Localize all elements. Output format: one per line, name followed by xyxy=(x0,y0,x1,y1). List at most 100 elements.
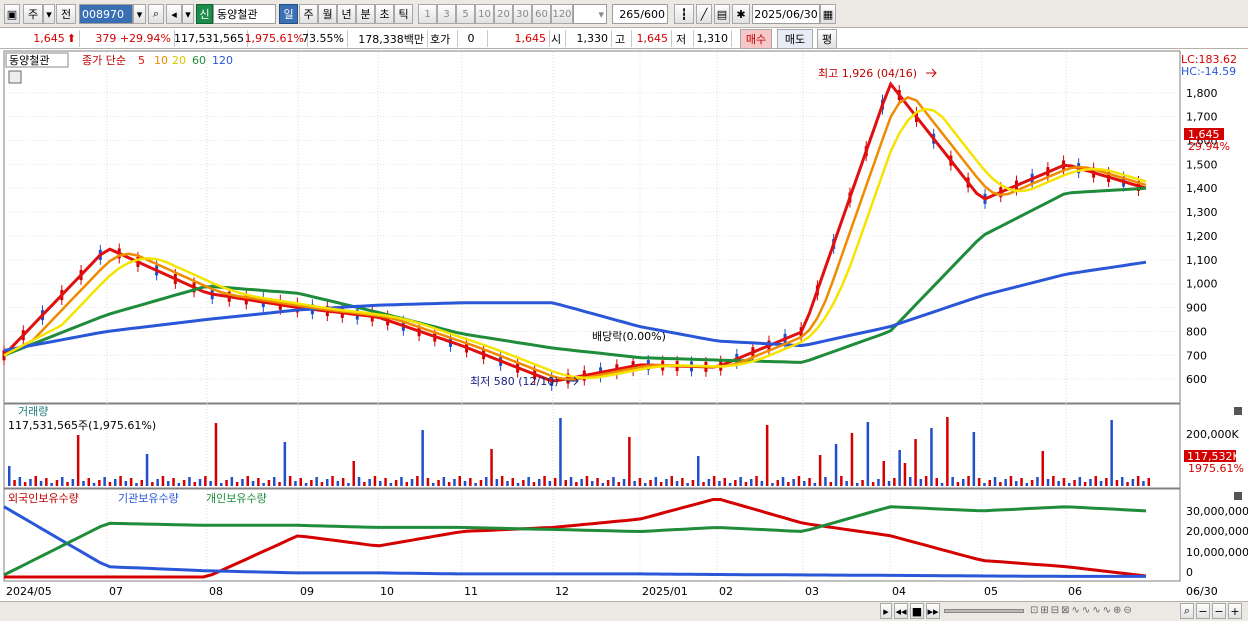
volume-bar xyxy=(416,476,419,486)
volume-bar xyxy=(1062,478,1066,486)
gear-icon[interactable]: ✱ xyxy=(732,4,750,24)
interval-3[interactable]: 3 xyxy=(437,4,456,24)
volume-bar xyxy=(617,482,620,486)
volume-bar xyxy=(204,476,207,486)
chevron-down-icon[interactable]: ▾ xyxy=(43,4,55,24)
interval-60[interactable]: 60 xyxy=(532,4,551,24)
market-select[interactable]: 주 xyxy=(23,4,43,24)
minus-small-icon[interactable]: − xyxy=(1212,603,1226,619)
low-price: 1,310 xyxy=(694,30,732,47)
max-note: 최고 1,926 (04/16) xyxy=(818,67,917,80)
search-icon[interactable]: ⌕ xyxy=(148,4,164,24)
period-tick[interactable]: 틱 xyxy=(394,4,413,24)
volume-bar xyxy=(304,483,308,486)
candle-type-icon[interactable]: ┇ xyxy=(674,4,694,24)
date-input[interactable]: 2025/06/30 xyxy=(752,4,820,24)
calendar-icon[interactable]: ▦ xyxy=(820,4,836,24)
minus-icon[interactable]: − xyxy=(1196,603,1210,619)
chart-svg[interactable]: 동양철관 종가 단순 5 10 20 60 120 1,8001,7001,60… xyxy=(0,49,1248,601)
volume-bar xyxy=(405,482,408,486)
volume-bar xyxy=(999,482,1002,486)
x-tick-label: 03 xyxy=(805,585,819,598)
volume-bar xyxy=(1099,481,1103,486)
volume-bar xyxy=(347,483,350,486)
volume-bar xyxy=(389,483,393,486)
window-icon[interactable]: ▣ xyxy=(4,4,20,24)
ma-60-label: 60 xyxy=(192,54,206,67)
volume-bar xyxy=(506,481,509,486)
x-tick-label: 11 xyxy=(464,585,478,598)
drawing-tools[interactable]: ⊡⊞⊟⊠∿∿∿∿⊕⊖ xyxy=(1030,605,1178,619)
sound-icon[interactable]: ◂ xyxy=(166,4,182,24)
rewind-icon[interactable]: ◂◂ xyxy=(894,603,908,619)
volume-bar xyxy=(235,482,239,486)
volume-bar xyxy=(103,477,106,486)
volume-bar xyxy=(410,479,414,486)
volume-bar xyxy=(273,477,276,486)
volume-bar xyxy=(983,483,986,486)
scope-select[interactable]: 전 xyxy=(56,4,76,24)
volume-bar xyxy=(495,479,499,486)
change-value: 379 xyxy=(95,32,117,45)
volume-bar xyxy=(1041,451,1044,486)
stop-icon[interactable]: ■ xyxy=(910,603,924,619)
up-arrow-icon: ⬆ xyxy=(66,32,76,45)
volume-bar xyxy=(485,477,488,486)
zoom-slider[interactable] xyxy=(944,609,1024,613)
event-note: 배당락(0.00%) xyxy=(592,330,666,343)
turnover-rate: 73.55% xyxy=(302,30,348,47)
volume-bar xyxy=(644,483,647,486)
table-icon[interactable] xyxy=(8,70,22,84)
period-minute[interactable]: 분 xyxy=(356,4,375,24)
volume-bar xyxy=(686,483,689,486)
volume-bar xyxy=(606,480,610,486)
scroll-right-icon[interactable]: ▸ xyxy=(880,603,892,619)
volume-bar xyxy=(1009,476,1013,486)
hc-label: HC:-14.59 xyxy=(1181,65,1236,78)
volume-bar xyxy=(241,479,244,486)
sell-button[interactable]: 매도 xyxy=(777,29,813,49)
interval-1[interactable]: 1 xyxy=(418,4,437,24)
volume-bar xyxy=(845,481,848,486)
plus-icon[interactable]: + xyxy=(1228,603,1242,619)
interval-5[interactable]: 5 xyxy=(456,4,475,24)
interval-10[interactable]: 10 xyxy=(475,4,494,24)
volume-bar xyxy=(1136,476,1140,486)
interval-120[interactable]: 120 xyxy=(551,4,573,24)
count-input[interactable]: 265/600 xyxy=(612,4,668,24)
volume-bar xyxy=(1068,483,1071,486)
volume-bar xyxy=(251,481,255,486)
zoom-icon[interactable]: ⌕ xyxy=(1180,603,1194,619)
period-second[interactable]: 초 xyxy=(375,4,394,24)
period-day[interactable]: 일 xyxy=(279,4,298,24)
volume-bar xyxy=(13,480,16,486)
current-price: 1,645 ⬆ xyxy=(0,30,80,47)
volume-bar xyxy=(681,478,684,486)
interval-30[interactable]: 30 xyxy=(513,4,532,24)
save-icon[interactable]: ▤ xyxy=(714,4,730,24)
interval-20[interactable]: 20 xyxy=(494,4,513,24)
price-y-tick: 1,000 xyxy=(1186,278,1218,291)
volume-bar xyxy=(1020,478,1023,486)
volume-bar xyxy=(341,478,345,486)
forward-icon[interactable]: ▸▸ xyxy=(926,603,940,619)
draw-line-icon[interactable]: ╱ xyxy=(696,4,712,24)
interval-select[interactable]: ▾ xyxy=(573,4,607,24)
buy-button[interactable]: 매수 xyxy=(740,29,772,49)
chevron-down-icon[interactable]: ▾ xyxy=(133,4,146,24)
eval-button[interactable]: 평 xyxy=(817,29,837,49)
period-year[interactable]: 년 xyxy=(337,4,356,24)
stock-code-input[interactable]: 008970 xyxy=(79,4,133,24)
volume-bar xyxy=(1004,479,1007,486)
close-icon[interactable] xyxy=(1234,407,1242,415)
chart-area: 동양철관 종가 단순 5 10 20 60 120 1,800 1,700 1,60… xyxy=(0,49,1248,601)
volume-bar xyxy=(310,480,313,486)
volume-bar xyxy=(479,480,483,486)
volume-bar xyxy=(718,481,721,486)
close-icon[interactable] xyxy=(1234,492,1242,500)
holdings-panel xyxy=(3,488,1181,582)
x-tick-label: 06 xyxy=(1068,585,1082,598)
period-week[interactable]: 주 xyxy=(299,4,318,24)
chevron-down-icon[interactable]: ▾ xyxy=(182,4,194,24)
period-month[interactable]: 월 xyxy=(318,4,337,24)
